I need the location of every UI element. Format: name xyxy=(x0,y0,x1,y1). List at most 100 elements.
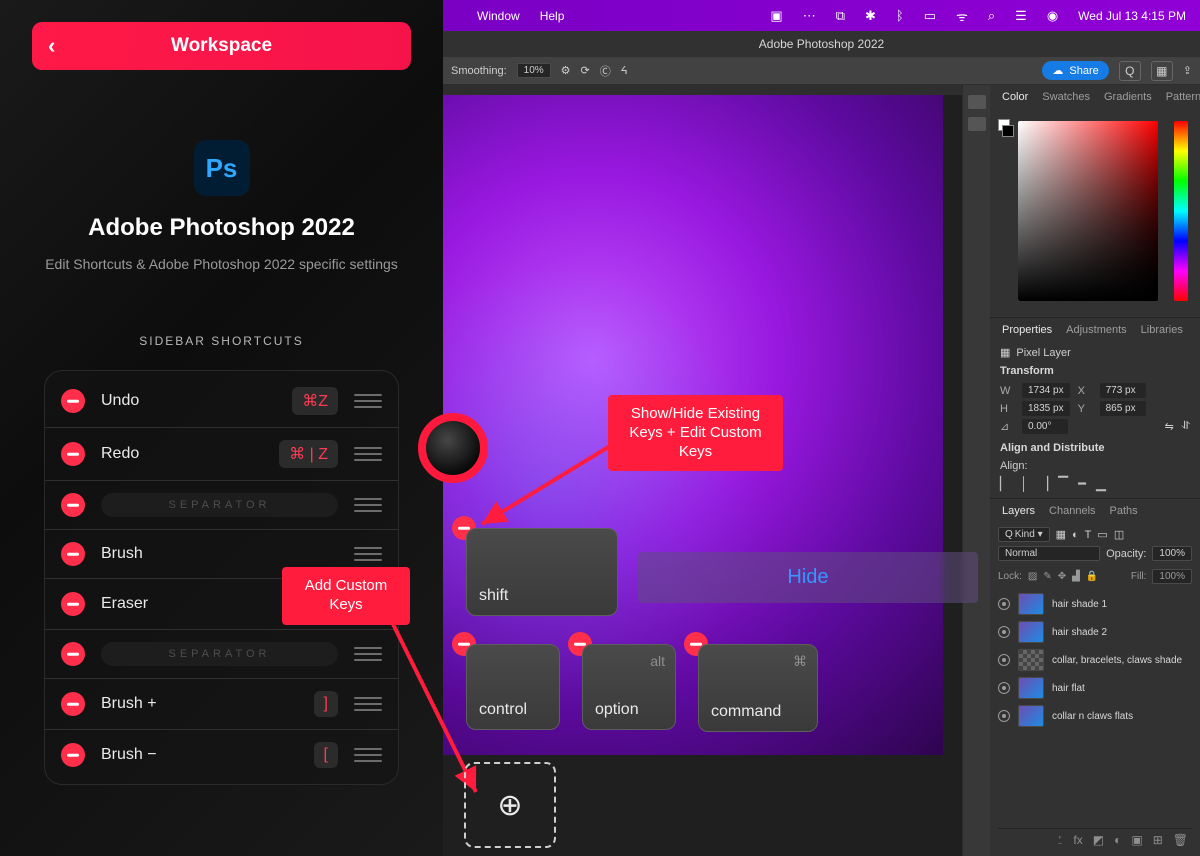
visibility-icon[interactable] xyxy=(998,682,1010,694)
keycap-shift[interactable]: shift xyxy=(466,528,618,616)
color-field[interactable] xyxy=(1018,121,1158,301)
smoothing-value[interactable]: 10% xyxy=(517,63,551,78)
dropbox-icon[interactable]: ⧉ xyxy=(836,8,845,24)
control-center-icon[interactable]: ☰ xyxy=(1015,8,1027,24)
menubar-clock[interactable]: Wed Jul 13 4:15 PM xyxy=(1078,9,1186,23)
transform-header[interactable]: Transform xyxy=(1000,365,1190,377)
tab-color[interactable]: Color xyxy=(1002,91,1028,103)
export-icon[interactable]: ⇪ xyxy=(1183,64,1192,77)
new-layer-icon[interactable]: ⊞ xyxy=(1153,833,1163,848)
tab-paths[interactable]: Paths xyxy=(1110,505,1138,517)
filter-kind[interactable]: QKind ▾ xyxy=(998,527,1050,542)
drag-handle-icon[interactable] xyxy=(354,748,382,762)
align-bottom-icon[interactable]: ▁ xyxy=(1096,476,1106,492)
tab-gradients[interactable]: Gradients xyxy=(1104,91,1152,103)
align-right-icon[interactable]: ▕ xyxy=(1038,476,1048,492)
tab-adjustments[interactable]: Adjustments xyxy=(1066,324,1127,336)
remove-icon[interactable] xyxy=(61,442,85,466)
layer-row[interactable]: collar, bracelets, claws shade xyxy=(998,646,1192,674)
bluetooth-icon[interactable]: ᛒ xyxy=(896,8,904,23)
flip-h-icon[interactable]: ⇋ xyxy=(1165,420,1174,433)
tab-properties[interactable]: Properties xyxy=(1002,324,1052,336)
siri-icon[interactable]: ◉ xyxy=(1047,8,1058,24)
angle-value[interactable]: 0.00° xyxy=(1022,419,1068,434)
fill-value[interactable]: 100% xyxy=(1152,569,1192,584)
search-icon[interactable]: ⌕ xyxy=(988,8,995,24)
hide-button[interactable]: Hide xyxy=(638,552,978,603)
shortcut-row-undo[interactable]: Undo ⌘Z xyxy=(45,375,398,428)
blend-mode[interactable]: Normal xyxy=(998,546,1100,561)
fg-bg-swatch[interactable] xyxy=(998,119,1014,139)
visibility-icon[interactable] xyxy=(998,598,1010,610)
align-left-icon[interactable]: ▏ xyxy=(1000,476,1010,492)
workspace-back-button[interactable]: ‹ Workspace xyxy=(32,22,411,70)
drag-handle-icon[interactable] xyxy=(354,498,382,512)
shortcut-row-brush-minus[interactable]: Brush − [ xyxy=(45,730,398,780)
tab-channels[interactable]: Channels xyxy=(1049,505,1095,517)
symmetry-icon[interactable]: ᔦ xyxy=(621,64,628,77)
video-icon[interactable]: ▣ xyxy=(770,8,782,24)
drag-handle-icon[interactable] xyxy=(354,447,382,461)
remove-icon[interactable] xyxy=(61,389,85,413)
tab-libraries[interactable]: Libraries xyxy=(1141,324,1183,336)
filter-pixel-icon[interactable]: ▦ xyxy=(1056,528,1066,541)
panel-icon[interactable] xyxy=(968,117,986,131)
adjustment-icon[interactable]: ◐ xyxy=(1114,833,1121,848)
tab-layers[interactable]: Layers xyxy=(1002,505,1035,517)
layer-row[interactable]: hair flat xyxy=(998,674,1192,702)
shortcut-row-redo[interactable]: Redo ⌘ | Z xyxy=(45,428,398,481)
h-value[interactable]: 1835 px xyxy=(1022,401,1070,416)
filter-adj-icon[interactable]: ◐ xyxy=(1072,529,1079,541)
search-button[interactable]: Q xyxy=(1119,61,1141,81)
layer-row[interactable]: hair shade 2 xyxy=(998,618,1192,646)
layer-row[interactable]: collar n claws flats xyxy=(998,702,1192,730)
workspace-switcher[interactable]: ▦ xyxy=(1151,61,1173,81)
visibility-icon[interactable] xyxy=(998,654,1010,666)
pressure-icon[interactable]: Ⓒ xyxy=(600,63,611,79)
link-icon[interactable]: ⍘ xyxy=(1056,833,1063,848)
drag-handle-icon[interactable] xyxy=(354,394,382,408)
keycap-command[interactable]: ⌘ command xyxy=(698,644,818,732)
filter-type-icon[interactable]: T xyxy=(1085,529,1092,541)
hue-slider[interactable] xyxy=(1174,121,1188,301)
visibility-icon[interactable] xyxy=(998,626,1010,638)
lock-trans-icon[interactable]: ▨ xyxy=(1028,571,1037,582)
menu-help[interactable]: Help xyxy=(540,9,565,23)
align-top-icon[interactable]: ▔ xyxy=(1058,476,1068,492)
w-value[interactable]: 1734 px xyxy=(1022,383,1070,398)
x-value[interactable]: 773 px xyxy=(1100,383,1146,398)
filter-smart-icon[interactable]: ◫ xyxy=(1114,528,1124,541)
opacity-value[interactable]: 100% xyxy=(1152,546,1192,561)
lock-nest-icon[interactable]: ▟ xyxy=(1072,571,1080,582)
drag-handle-icon[interactable] xyxy=(354,697,382,711)
keycap-option[interactable]: alt option xyxy=(582,644,676,730)
remove-icon[interactable] xyxy=(61,542,85,566)
status-icon[interactable]: ⋯ xyxy=(803,8,816,24)
visibility-icon[interactable] xyxy=(998,710,1010,722)
y-value[interactable]: 865 px xyxy=(1100,401,1146,416)
color-panel[interactable] xyxy=(990,107,1200,317)
remove-icon[interactable] xyxy=(61,642,85,666)
share-button[interactable]: ☁ Share xyxy=(1042,61,1108,80)
shortcut-row-brush-plus[interactable]: Brush + ] xyxy=(45,679,398,730)
group-icon[interactable]: ▣ xyxy=(1131,833,1142,848)
add-key-slot[interactable]: ⊕ xyxy=(464,762,556,848)
align-header[interactable]: Align and Distribute xyxy=(1000,442,1190,454)
remove-icon[interactable] xyxy=(61,493,85,517)
fan-icon[interactable]: ✱ xyxy=(865,8,876,24)
align-middle-icon[interactable]: ━ xyxy=(1078,476,1086,492)
lock-pos-icon[interactable]: ✥ xyxy=(1058,571,1066,582)
drag-handle-icon[interactable] xyxy=(354,547,382,561)
collapsed-panel-strip[interactable] xyxy=(962,85,990,856)
tab-patterns[interactable]: Patterns xyxy=(1166,91,1200,103)
flip-v-icon[interactable]: ⥯ xyxy=(1182,420,1190,433)
lock-paint-icon[interactable]: ✎ xyxy=(1043,571,1051,582)
remove-icon[interactable] xyxy=(61,743,85,767)
align-center-h-icon[interactable]: │ xyxy=(1020,476,1028,492)
remove-icon[interactable] xyxy=(61,592,85,616)
filter-shape-icon[interactable]: ▭ xyxy=(1097,528,1107,541)
fx-icon[interactable]: fx xyxy=(1073,833,1082,848)
tab-swatches[interactable]: Swatches xyxy=(1042,91,1090,103)
overlay-toggle-ring[interactable] xyxy=(418,413,488,483)
remove-icon[interactable] xyxy=(61,692,85,716)
